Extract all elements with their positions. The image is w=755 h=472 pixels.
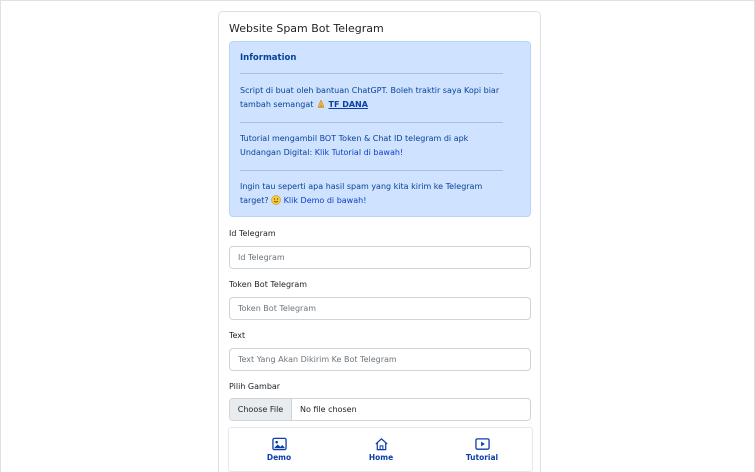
bottom-nav: Demo Home Tutorial <box>228 427 533 472</box>
choose-file-button[interactable]: Choose File <box>230 399 292 420</box>
card-title: Website Spam Bot Telegram <box>229 22 384 35</box>
information-alert: Information Script di buat oleh bantuan … <box>229 41 531 217</box>
divider <box>240 73 503 74</box>
file-status: No file chosen <box>300 405 357 414</box>
credit-paragraph: Script di buat oleh bantuan ChatGPT. Bol… <box>240 84 510 112</box>
alert-heading: Information <box>240 53 297 63</box>
divider <box>240 122 503 123</box>
image-label: Pilih Gambar <box>229 382 281 391</box>
praying-hands-icon <box>317 99 325 108</box>
nav-home-label: Home <box>368 453 394 462</box>
token-input[interactable] <box>229 297 531 320</box>
nav-demo[interactable]: Demo <box>244 428 314 472</box>
nav-tutorial-label: Tutorial <box>465 453 499 462</box>
id-telegram-input[interactable] <box>229 246 531 269</box>
nav-tutorial[interactable]: Tutorial <box>447 428 517 472</box>
play-icon <box>474 438 490 450</box>
image-file-input[interactable]: Choose File No file chosen <box>229 398 531 421</box>
nav-demo-label: Demo <box>266 453 292 462</box>
id-telegram-label: Id Telegram <box>229 229 276 238</box>
text-label: Text <box>229 331 246 340</box>
tf-dana-link[interactable]: TF DANA <box>329 100 368 109</box>
message-text-input[interactable] <box>229 348 531 371</box>
divider <box>240 170 503 171</box>
token-label: Token Bot Telegram <box>229 280 308 289</box>
nav-home[interactable]: Home <box>346 428 416 472</box>
credit-text: Script di buat oleh bantuan ChatGPT. Bol… <box>240 86 500 109</box>
tutorial-link[interactable]: Klik Tutorial di bawah! <box>315 148 403 157</box>
image-icon <box>271 437 287 451</box>
smile-emoji-icon <box>271 195 281 205</box>
demo-paragraph: Ingin tau seperti apa hasil spam yang ki… <box>240 180 510 208</box>
spam-bot-card: Website Spam Bot Telegram Information Sc… <box>218 11 541 472</box>
demo-link[interactable]: Klik Demo di bawah! <box>284 196 367 205</box>
home-icon <box>374 438 388 451</box>
tutorial-paragraph: Tutorial mengambil BOT Token & Chat ID t… <box>240 132 510 160</box>
page: Website Spam Bot Telegram Information Sc… <box>0 0 755 472</box>
